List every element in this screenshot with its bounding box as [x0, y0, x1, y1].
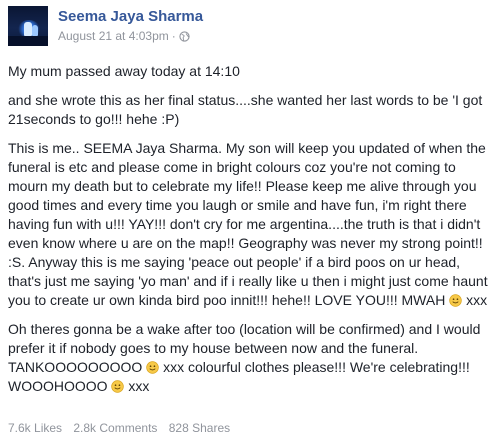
author-name[interactable]: Seema Jaya Sharma [58, 8, 203, 25]
meta-separator: · [171, 29, 176, 43]
smiley-emoji-icon [111, 380, 125, 393]
likes-count[interactable]: 7.6k Likes [8, 421, 62, 435]
post-paragraph: and she wrote this as her final status..… [8, 92, 483, 127]
post-stats: 7.6k Likes 2.8k Comments 828 Shares [8, 421, 238, 435]
avatar-figure-secondary [32, 25, 38, 36]
smiley-emoji-icon [449, 294, 462, 307]
comments-count[interactable]: 2.8k Comments [73, 421, 157, 435]
paragraph-text: xxx [462, 292, 488, 308]
shares-count[interactable]: 828 Shares [169, 421, 230, 435]
post-paragraph: My mum passed away today at 14:10 [8, 63, 240, 79]
facebook-post: Seema Jaya Sharma August 21 at 4:03pm · M… [0, 0, 501, 442]
post-meta: August 21 at 4:03pm · [58, 29, 190, 43]
smiley-emoji-icon [146, 361, 159, 374]
paragraph-text: This is me.. SEEMA Jaya Sharma. My son w… [8, 140, 488, 308]
globe-icon[interactable] [179, 31, 190, 42]
post-body: My mum passed away today at 14:10 and sh… [8, 62, 496, 406]
post-timestamp[interactable]: August 21 at 4:03pm [58, 29, 169, 43]
post-paragraph: Oh theres gonna be a wake after too (loc… [8, 320, 496, 396]
post-header: Seema Jaya Sharma August 21 at 4:03pm · [8, 6, 488, 46]
avatar-figure [24, 22, 32, 36]
post-paragraph: This is me.. SEEMA Jaya Sharma. My son w… [8, 139, 496, 310]
avatar-ground [8, 36, 48, 46]
avatar[interactable] [8, 6, 48, 46]
paragraph-text: xxx [124, 378, 150, 394]
